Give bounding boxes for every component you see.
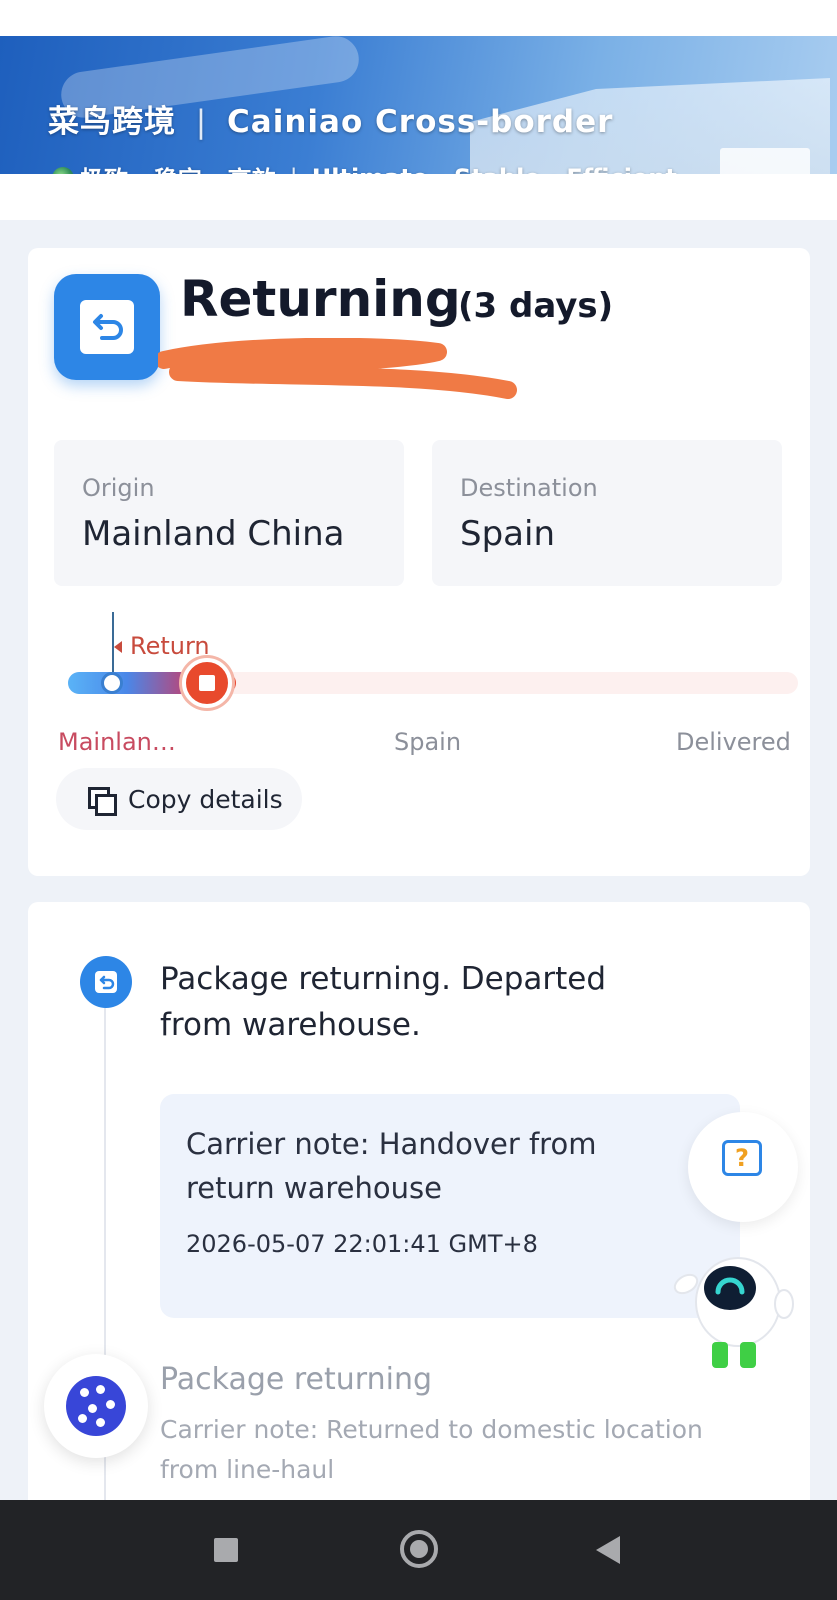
origin-value: Mainland China: [82, 514, 345, 554]
return-arrow-icon: [54, 274, 160, 380]
banner-subtitle: 极致 · 稳定 · 高效 | Ultimate · Stable · Effic…: [52, 160, 677, 174]
stage-label-delivered: Delivered: [676, 728, 791, 756]
cookie-icon: [66, 1376, 126, 1436]
cainiao-banner: 菜鸟跨境 | Cainiao Cross-border 极致 · 稳定 · 高效…: [0, 36, 837, 174]
carrier-note-box: Carrier note: Handover from return wareh…: [160, 1094, 740, 1318]
banner-title: 菜鸟跨境 | Cainiao Cross-border: [48, 96, 613, 141]
status-title: Returning: [180, 270, 461, 328]
banner-spacer: [0, 174, 837, 220]
robot-assistant-icon[interactable]: [668, 1238, 804, 1374]
banner-subtitle-en: Ultimate · Stable · Efficient: [312, 164, 677, 175]
status-duration: (3 days): [458, 286, 614, 326]
system-navigation-bar: [0, 1500, 837, 1600]
timeline-event-title: Package returning: [160, 1362, 433, 1397]
truck-graphic: [720, 148, 810, 174]
recents-button[interactable]: [214, 1538, 238, 1562]
destination-value: Spain: [460, 514, 555, 554]
back-button[interactable]: [596, 1536, 620, 1564]
cookie-settings-button[interactable]: [44, 1354, 148, 1458]
home-button[interactable]: [400, 1530, 438, 1568]
timeline-event-title: Package returning. Departed from warehou…: [160, 961, 607, 1043]
origin-marker: [101, 672, 123, 694]
question-chat-icon: ?: [722, 1140, 762, 1176]
globe-icon: [52, 166, 74, 174]
carrier-note-text: Carrier note: Handover from return wareh…: [186, 1127, 597, 1205]
timeline-event-note: Carrier note: Returned to domestic locat…: [160, 1415, 703, 1484]
return-flag: Return: [114, 632, 210, 660]
destination-label: Destination: [460, 474, 598, 502]
top-strip: [0, 0, 837, 36]
banner-title-en: Cainiao Cross-border: [227, 104, 614, 140]
redaction-scribble: [158, 338, 517, 399]
help-chat-button[interactable]: ?: [688, 1112, 798, 1222]
copy-icon: [86, 785, 117, 816]
origin-box: Origin Mainland China: [54, 440, 404, 586]
event-timestamp: 2026-05-07 22:01:41 GMT+8: [186, 1230, 538, 1258]
stage-label-origin: Mainlan…: [58, 728, 176, 756]
banner-title-separator: |: [195, 104, 208, 140]
banner-title-cn: 菜鸟跨境: [48, 104, 176, 140]
origin-label: Origin: [82, 474, 155, 502]
return-flag-label: Return: [130, 632, 210, 660]
banner-subtitle-cn: 极致 · 稳定 · 高效: [80, 160, 276, 174]
flag-triangle-icon: [114, 641, 122, 653]
return-arrow-icon: [80, 956, 132, 1008]
copy-details-label: Copy details: [128, 784, 283, 814]
banner-subtitle-separator: |: [290, 164, 298, 175]
current-position-package-icon: [182, 658, 232, 708]
status-card: Returning (3 days) Origin Mainland China…: [28, 248, 810, 876]
stage-label-destination: Spain: [394, 728, 462, 756]
destination-box: Destination Spain: [432, 440, 782, 586]
copy-details-button[interactable]: Copy details: [56, 768, 302, 830]
